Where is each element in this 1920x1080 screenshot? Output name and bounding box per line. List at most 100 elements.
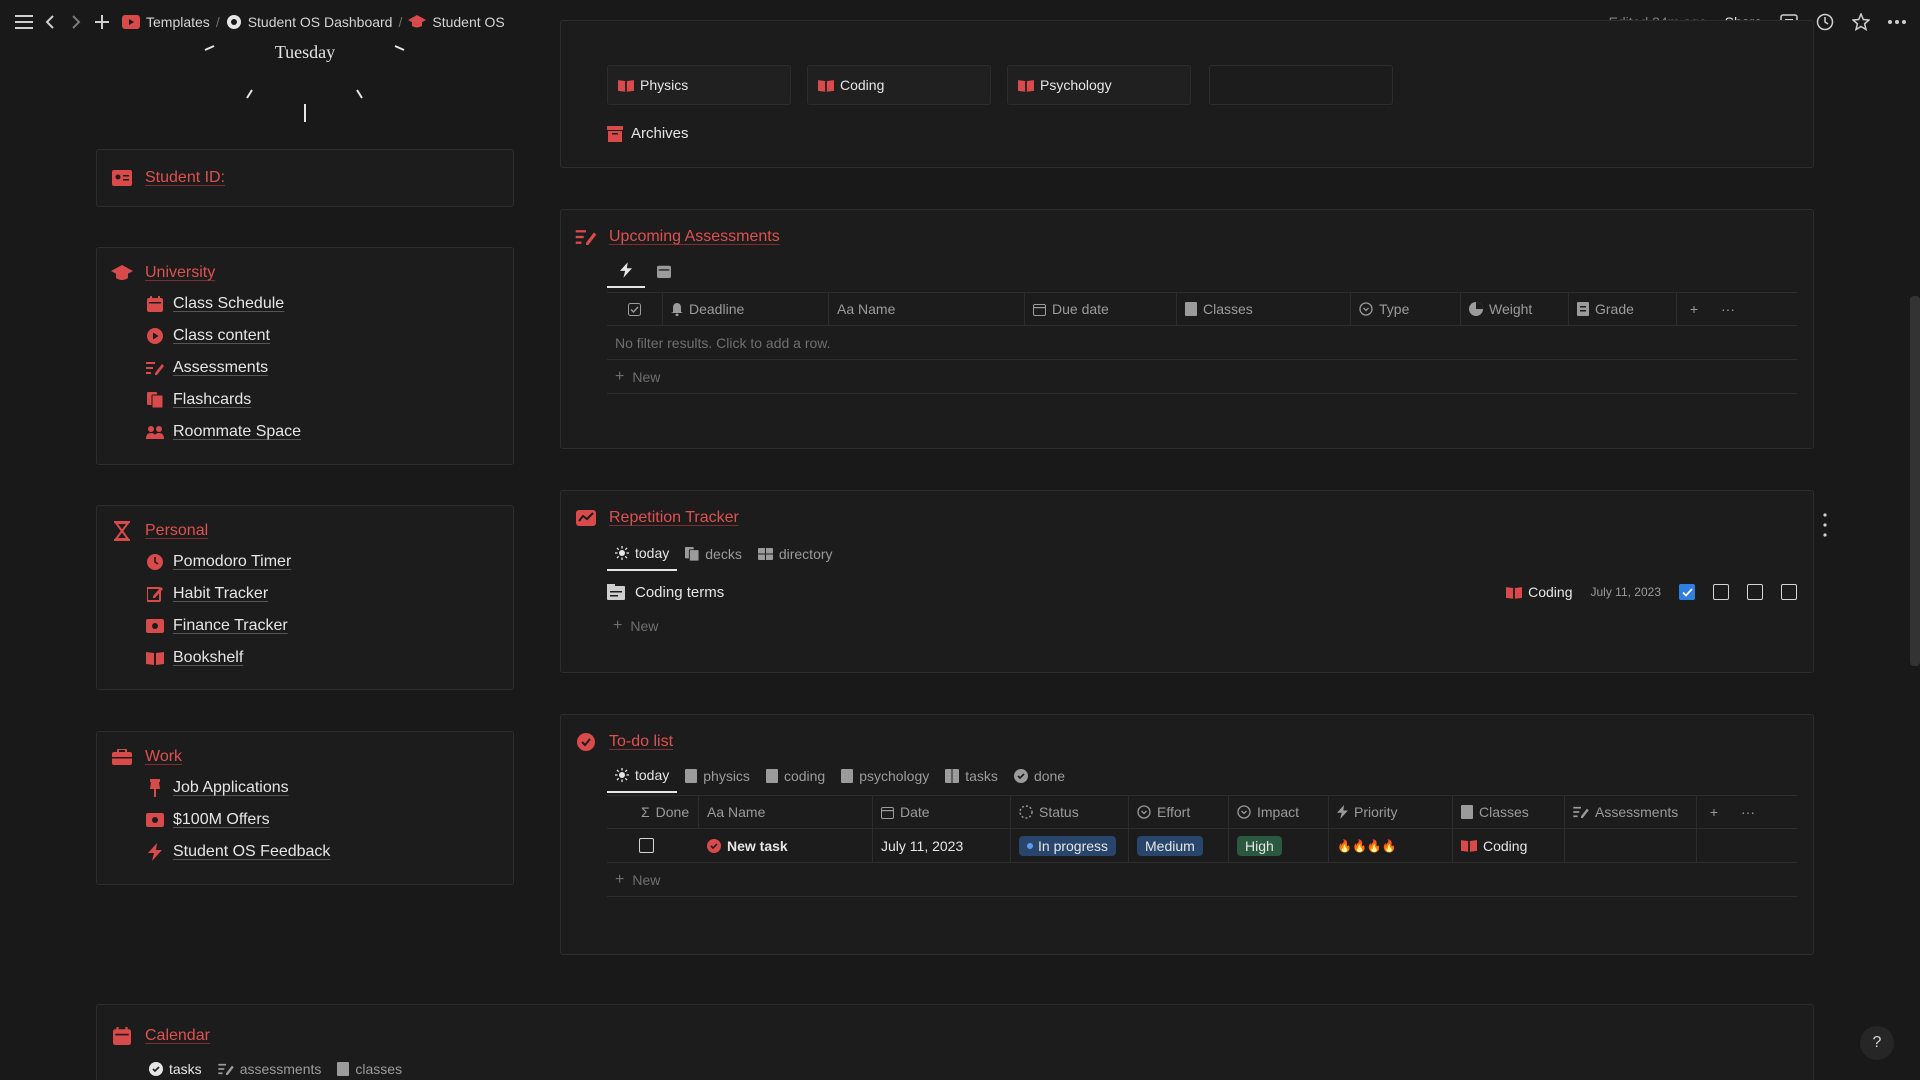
tab-assessments[interactable]: assessments [210,1055,330,1080]
tab-tasks[interactable]: tasks [937,759,1006,793]
done-checkbox[interactable] [607,829,699,862]
column-classes[interactable]: Classes [1177,293,1351,325]
calendar-title[interactable]: Calendar [145,1027,210,1045]
tab-psychology[interactable]: psychology [833,759,937,793]
new-row-button[interactable]: + New [607,863,1797,897]
nav-job-applications[interactable]: Job Applications [145,772,330,804]
breadcrumb-student-os[interactable]: Student OS [432,14,504,30]
personal-link[interactable]: Personal [145,522,208,540]
more-options-icon[interactable]: ··· [1711,293,1745,325]
tab-lightning-view[interactable] [607,254,645,288]
column-effort[interactable]: Effort [1129,796,1229,828]
globe-icon [226,14,242,30]
nav-finance-tracker[interactable]: Finance Tracker [145,610,291,642]
column-name[interactable]: Aa Name [829,293,1025,325]
nav-student-os-feedback[interactable]: Student OS Feedback [145,836,330,868]
tab-tasks[interactable]: tasks [141,1055,210,1080]
back-icon[interactable] [40,12,60,32]
pin-icon [145,778,165,798]
tab-calendar-view[interactable] [645,254,683,288]
university-link[interactable]: University [145,264,215,282]
nav-roommate-space[interactable]: Roommate Space [145,416,301,448]
repetition-title[interactable]: Repetition Tracker [609,509,739,527]
nav-assessments[interactable]: Assessments [145,352,301,384]
column-weight[interactable]: Weight [1461,293,1569,325]
nav-habit-tracker[interactable]: Habit Tracker [145,578,291,610]
nav-class-schedule[interactable]: Class Schedule [145,288,301,320]
tab-directory[interactable]: directory [750,537,841,571]
help-button[interactable]: ? [1860,1026,1894,1060]
class-card-empty[interactable] [1209,65,1393,105]
nav-bookshelf[interactable]: Bookshelf [145,642,291,674]
nav-flashcards[interactable]: Flashcards [145,384,301,416]
class-card-physics[interactable]: Physics [607,65,791,105]
empty-message[interactable]: No filter results. Click to add a row. [607,326,1797,360]
column-assessments[interactable]: Assessments [1565,796,1697,828]
more-options-icon[interactable] [1888,20,1906,24]
class-card-coding[interactable]: Coding [807,65,991,105]
class-tag[interactable]: Coding [1506,584,1573,600]
review-checkbox-4[interactable] [1781,584,1797,600]
favorite-star-icon[interactable] [1852,13,1870,31]
scrollbar[interactable] [1910,296,1920,666]
cards-icon [685,547,700,561]
task-assessments[interactable] [1565,829,1697,862]
forward-icon[interactable] [66,12,86,32]
column-type[interactable]: Type [1351,293,1461,325]
column-grade[interactable]: Grade [1569,293,1677,325]
archives-link[interactable]: Archives [607,125,689,142]
column-done[interactable]: Σ Done [607,796,699,828]
deck-name[interactable]: Coding terms [635,584,724,601]
task-name[interactable]: New task [699,829,873,862]
more-options-icon[interactable]: ··· [1731,796,1765,828]
todo-title[interactable]: To-do list [609,733,673,751]
task-status[interactable]: In progress [1011,829,1129,862]
column-priority[interactable]: Priority [1329,796,1453,828]
youtube-icon [122,15,140,29]
menu-icon[interactable] [14,12,34,32]
table-row[interactable]: New task July 11, 2023 In progress Mediu… [607,829,1797,863]
tab-decks[interactable]: decks [677,537,750,571]
task-impact[interactable]: High [1229,829,1329,862]
column-status[interactable]: Status [1011,796,1129,828]
table-header: Deadline Aa Name Due date Classes Type W… [607,292,1797,326]
student-id-link[interactable]: Student ID: [145,169,225,187]
add-page-icon[interactable] [92,12,112,32]
work-link[interactable]: Work [145,748,182,766]
breadcrumb-templates[interactable]: Templates [146,14,210,30]
column-due-date[interactable]: Due date [1025,293,1177,325]
column-date[interactable]: Date [873,796,1011,828]
review-checkbox-2[interactable] [1713,584,1729,600]
assessments-title[interactable]: Upcoming Assessments [609,228,780,246]
column-deadline[interactable]: Deadline [663,293,829,325]
task-effort[interactable]: Medium [1129,829,1229,862]
tab-done[interactable]: done [1006,759,1073,793]
nav-100m-offers[interactable]: $100M Offers [145,804,330,836]
drag-handle-icon[interactable] [1823,513,1827,537]
task-class[interactable]: Coding [1453,829,1565,862]
column-classes[interactable]: Classes [1453,796,1565,828]
select-all-checkbox[interactable] [607,293,663,325]
nav-pomodoro-timer[interactable]: Pomodoro Timer [145,546,291,578]
add-column-icon[interactable]: + [1677,293,1711,325]
column-name[interactable]: Aa Name [699,796,873,828]
class-card-psychology[interactable]: Psychology [1007,65,1191,105]
task-priority[interactable]: 🔥🔥🔥🔥 [1329,829,1453,862]
tab-classes[interactable]: classes [329,1055,410,1080]
check-circle-icon [149,1062,163,1076]
new-row-button[interactable]: + New [607,360,1797,394]
list-item[interactable]: Coding terms Coding July 11, 2023 [607,575,1797,609]
add-column-icon[interactable]: + [1697,796,1731,828]
column-impact[interactable]: Impact [1229,796,1329,828]
tab-today[interactable]: today [607,537,678,571]
task-date[interactable]: July 11, 2023 [873,829,1011,862]
nav-class-content[interactable]: Class content [145,320,301,352]
tab-today[interactable]: today [607,759,678,793]
review-checkbox-1[interactable] [1679,584,1695,600]
breadcrumb-dashboard[interactable]: Student OS Dashboard [248,14,393,30]
history-icon[interactable] [1816,13,1834,31]
tab-physics[interactable]: physics [677,759,758,793]
new-row-button[interactable]: + New [607,611,658,641]
tab-coding[interactable]: coding [758,759,833,793]
review-checkbox-3[interactable] [1747,584,1763,600]
